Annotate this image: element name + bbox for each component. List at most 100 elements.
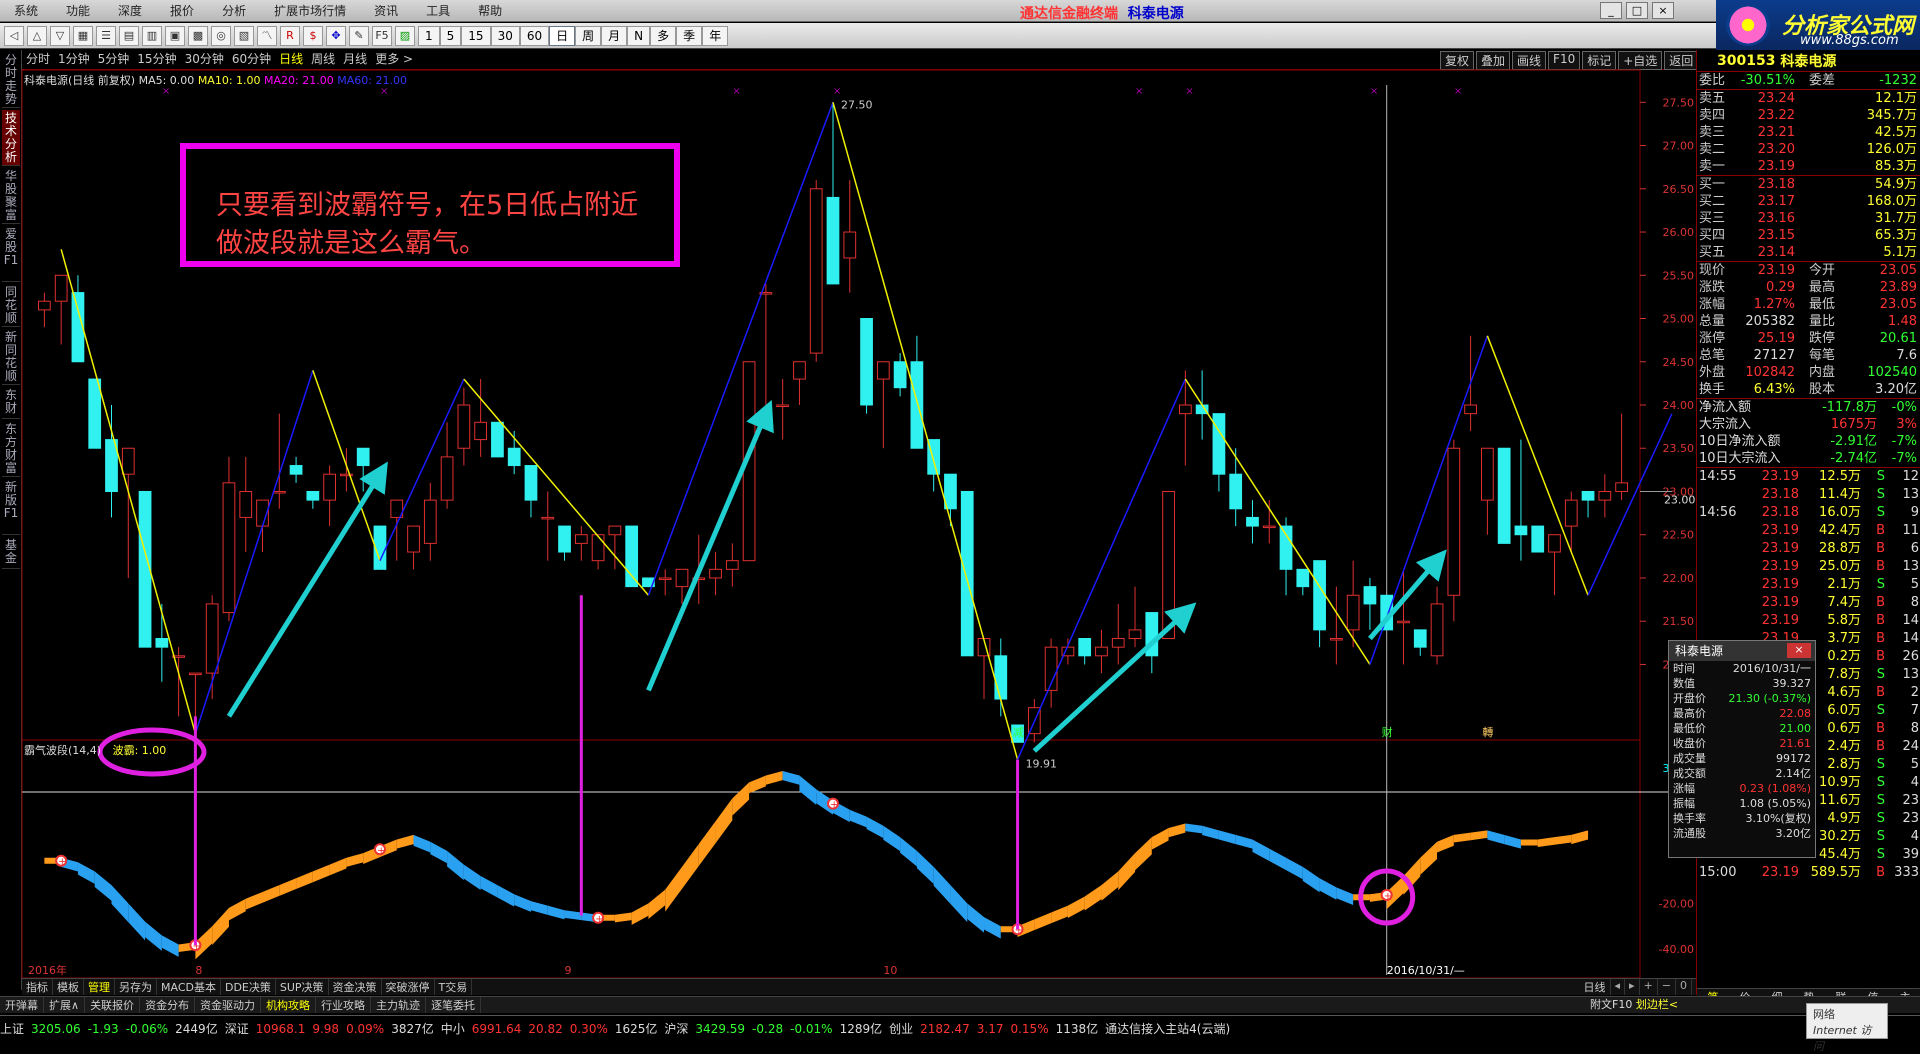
candle xyxy=(306,490,320,509)
function-tab-7[interactable]: 主力轨迹 xyxy=(371,997,427,1013)
sell-price: 23.19 xyxy=(1757,159,1795,174)
indicator-tab-0[interactable]: 指标 xyxy=(22,979,53,995)
tick-side: S xyxy=(1876,775,1885,790)
indicator-tab-5[interactable]: DDE决策 xyxy=(221,979,276,995)
tick-volume: 7.4万 xyxy=(1827,595,1861,610)
candle xyxy=(105,405,118,518)
indicator-band xyxy=(1202,825,1219,840)
indicator-tab-3[interactable]: 另存为 xyxy=(115,979,157,995)
status-item: 1138亿 xyxy=(1055,1022,1099,1036)
candle xyxy=(1581,490,1595,518)
tick-side: B xyxy=(1876,685,1885,700)
indicator-tab-6[interactable]: SUP决策 xyxy=(276,979,329,995)
status-item: -0.28 xyxy=(752,1021,784,1036)
status-item: 创业 xyxy=(889,1022,914,1036)
indicator-band xyxy=(1252,839,1270,861)
tick-count: 9 xyxy=(1910,505,1919,520)
stat-value: 23.05 xyxy=(1879,297,1917,312)
indicator-band xyxy=(1437,834,1454,853)
indicator-tab-4[interactable]: MACD基本 xyxy=(157,979,221,995)
close-icon[interactable]: × xyxy=(1787,643,1811,658)
tick-side: B xyxy=(1876,613,1885,628)
flow-pct: 3% xyxy=(1896,417,1917,432)
price-axis-label: 21.50 xyxy=(1663,615,1695,628)
function-tab-8[interactable]: 逐笔委托 xyxy=(426,997,482,1013)
candle xyxy=(658,569,672,596)
sell-volume: 126.0万 xyxy=(1866,142,1917,157)
price-axis-label: 22.50 xyxy=(1663,529,1695,542)
candle xyxy=(574,526,588,561)
function-tab-5[interactable]: 机构攻略 xyxy=(261,997,317,1013)
function-tab-1[interactable]: 扩展∧ xyxy=(44,997,86,1013)
buy-label: 买四 xyxy=(1699,228,1726,243)
chart-ctrl-1[interactable]: ◂ xyxy=(1611,979,1626,995)
function-tab-3[interactable]: 资金分布 xyxy=(140,997,196,1013)
indicator-band xyxy=(396,834,414,849)
indicator-band xyxy=(1051,905,1068,924)
info-rows: 时间 2016/10/31/一 数值 39.327 开盘价 21.30 (-0.37%) 最… xyxy=(1669,661,1815,841)
buy-row: 买四 23.15 65.3万 xyxy=(1697,227,1920,244)
chart-ctrl-5[interactable]: 0 xyxy=(1676,979,1692,995)
signal-plus: + xyxy=(377,845,385,856)
stat-label: 内盘 xyxy=(1808,365,1835,380)
indicator-band xyxy=(145,921,162,951)
candle xyxy=(977,638,991,700)
function-tab-0[interactable]: 开弹幕 xyxy=(0,997,44,1013)
status-item: 0.09% xyxy=(346,1021,385,1036)
tick-row: 23.19 42.4万 B 11 xyxy=(1697,522,1920,540)
buy-label: 买五 xyxy=(1699,245,1726,260)
indicator-tab-9[interactable]: T交易 xyxy=(435,979,473,995)
chart-ctrl-2[interactable]: ▸ xyxy=(1625,979,1640,995)
candle xyxy=(1598,474,1612,518)
annotation-line2: 做波段就是这么霸气。 xyxy=(216,228,486,259)
status-item: -0.06% xyxy=(125,1021,169,1036)
status-item: 0.30% xyxy=(569,1021,608,1036)
candle xyxy=(524,465,538,518)
status-bar: 上证 3205.06 -1.93 -0.06% 2449亿 深证 10968.1 9.98 0.… xyxy=(0,1015,1920,1041)
info-row: 成交额 2.14亿 xyxy=(1669,766,1815,781)
tick-side: B xyxy=(1876,559,1885,574)
indicator-band xyxy=(614,912,632,923)
candle xyxy=(893,353,907,397)
candle xyxy=(121,447,135,578)
sell-volume: 85.3万 xyxy=(1875,159,1917,174)
stat-row: 涨跌 0.29 最高 23.89 xyxy=(1697,279,1920,296)
stat-label: 最高 xyxy=(1808,280,1835,295)
tick-row: 14:55 23.19 12.5万 S 12 xyxy=(1697,468,1920,486)
buy-volume: 5.1万 xyxy=(1883,245,1917,260)
tick-count: 14 xyxy=(1902,631,1919,646)
indicator-band xyxy=(1218,830,1236,845)
indicator-tab-1[interactable]: 模板 xyxy=(53,979,84,995)
candle xyxy=(1313,560,1326,648)
status-item: 6991.64 xyxy=(471,1021,522,1036)
info-key: 最低价 xyxy=(1673,722,1706,735)
stat-label: 跌停 xyxy=(1808,331,1835,346)
tick-row: 23.19 5.8万 B 14 xyxy=(1697,612,1920,630)
tick-row: 14:56 23.18 16.0万 S 9 xyxy=(1697,504,1920,522)
candle xyxy=(390,499,404,561)
candle xyxy=(440,422,454,509)
indicator-axis-label: -20.00 xyxy=(1659,897,1694,910)
function-tab-6[interactable]: 行业攻略 xyxy=(316,997,372,1013)
stat-label: 总量 xyxy=(1699,314,1726,329)
indicator-band xyxy=(480,875,498,898)
status-item: 中小 xyxy=(440,1022,465,1036)
tick-side: S xyxy=(1876,469,1885,484)
function-tab-2[interactable]: 关联报价 xyxy=(85,997,141,1013)
chart-ctrl-0[interactable]: 日线 xyxy=(1580,979,1611,995)
indicator-tab-2[interactable]: 管理 xyxy=(84,979,115,995)
stat-label: 涨幅 xyxy=(1699,297,1726,312)
info-row: 收盘价 21.61 xyxy=(1669,736,1815,751)
stat-label: 涨停 xyxy=(1699,331,1726,346)
flow-value: -2.91亿 xyxy=(1830,434,1877,449)
f10-label[interactable]: 附文F10 划边栏< xyxy=(1590,996,1678,1012)
tick-time: 14:55 xyxy=(1699,469,1737,484)
indicator-band xyxy=(1571,830,1589,845)
indicator-tab-8[interactable]: 突破涨停 xyxy=(382,979,435,995)
chart-ctrl-4[interactable]: − xyxy=(1658,979,1676,995)
indicator-tab-7[interactable]: 资金决策 xyxy=(329,979,382,995)
function-tab-4[interactable]: 资金驱动力 xyxy=(195,997,262,1013)
stat-value: 102540 xyxy=(1867,365,1917,380)
chart-ctrl-3[interactable]: + xyxy=(1640,979,1658,995)
tick-count: 8 xyxy=(1910,721,1919,736)
